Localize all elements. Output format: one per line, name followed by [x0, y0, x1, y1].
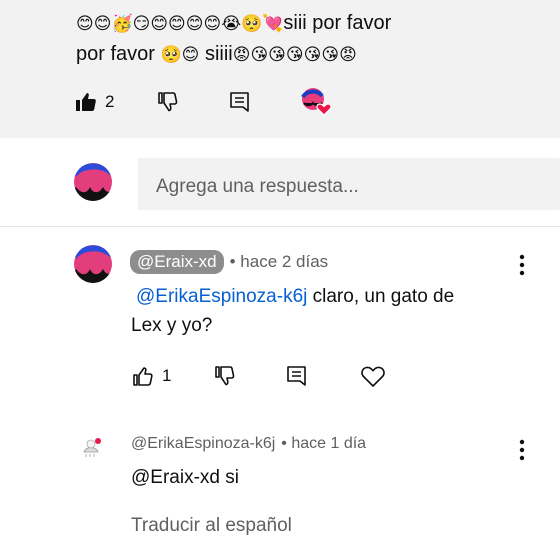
mention-link[interactable]: @ErikaEspinoza-k6j: [136, 286, 307, 307]
dislike-button[interactable]: [213, 360, 237, 392]
reply-header: @ErikaEspinoza-k6j • hace 1 día: [131, 435, 366, 453]
user-avatar-icon: [76, 430, 106, 460]
avatar: [74, 163, 112, 201]
like-button[interactable]: 2: [74, 86, 114, 118]
like-count: 1: [162, 366, 172, 385]
user-avatar-icon: [74, 245, 112, 283]
reply-actions: 1: [131, 360, 386, 392]
more-options-button[interactable]: [510, 253, 534, 277]
emoji-sequence: 😊😊🥳😏😊😊😊😊😭🥺💘: [76, 14, 284, 34]
add-reply-row: Agrega una respuesta...: [0, 150, 560, 224]
reply-button[interactable]: [285, 360, 309, 392]
author-handle[interactable]: @Eraix-xd: [130, 250, 224, 274]
heart-button[interactable]: [360, 360, 386, 392]
emoji-sequence: 🥺😊: [160, 45, 200, 65]
thumbs-up-icon: [133, 367, 153, 386]
timestamp: • hace 2 días: [229, 252, 329, 271]
parent-comment: 😊😊🥳😏😊😊😊😊😭🥺💘siii por favor por favor 🥺😊 s…: [0, 0, 560, 138]
comment-icon: [230, 92, 250, 112]
timestamp: • hace 1 día: [281, 435, 367, 452]
creator-heart-avatar-icon: [301, 88, 333, 116]
reply-input[interactable]: Agrega una respuesta...: [138, 158, 560, 210]
avatar[interactable]: [74, 245, 112, 283]
reply-text: @ErikaEspinoza-k6j claro, un gato de Lex…: [131, 282, 454, 340]
more-options-button[interactable]: [510, 438, 534, 462]
comment-text-part: Lex y yo?: [131, 315, 213, 336]
user-avatar-icon: [74, 163, 112, 201]
thumbs-up-filled-icon: [76, 93, 96, 111]
thumbs-down-icon: [215, 366, 235, 386]
dislike-button[interactable]: [156, 86, 180, 118]
more-vertical-icon: [519, 254, 525, 276]
more-vertical-icon: [519, 439, 525, 461]
comment-text-part: por favor: [76, 43, 155, 65]
thumbs-down-icon: [158, 92, 178, 112]
reply-text: @Eraix-xd si: [131, 467, 239, 488]
parent-actions: 2: [74, 86, 333, 118]
creator-heart-badge: [300, 86, 333, 118]
comment-icon: [287, 366, 307, 386]
comment-text-part: claro, un gato de: [307, 286, 455, 307]
reply-input-placeholder: Agrega una respuesta...: [156, 176, 359, 197]
avatar[interactable]: [76, 430, 106, 460]
like-button[interactable]: 1: [131, 360, 171, 392]
reply-header: @Eraix-xd • hace 2 días: [130, 250, 328, 274]
heart-outline-icon: [361, 366, 386, 387]
comment-text-part: siii por favor: [283, 12, 392, 34]
parent-comment-text: 😊😊🥳😏😊😊😊😊😭🥺💘siii por favor por favor 🥺😊 s…: [76, 8, 546, 70]
divider: [0, 226, 560, 227]
emoji-sequence: 😡😘😘😘😘😘😡: [232, 45, 357, 65]
reply-button[interactable]: [228, 86, 252, 118]
translate-link[interactable]: Traducir al español: [131, 515, 292, 537]
author-handle[interactable]: @ErikaEspinoza-k6j: [131, 435, 275, 453]
comment-text-part: siiii: [204, 43, 233, 65]
like-count: 2: [105, 92, 115, 111]
